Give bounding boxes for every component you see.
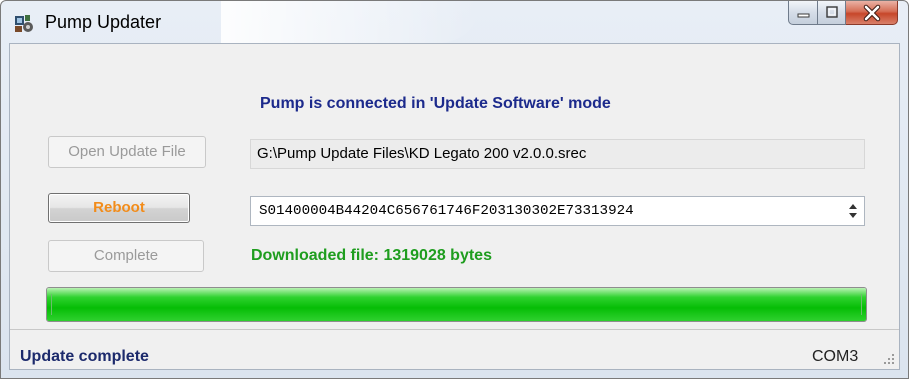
- srec-line-value: S01400004B44204C656761746F203130302E7331…: [259, 203, 634, 219]
- progress-bar: [46, 287, 867, 322]
- open-update-file-button[interactable]: Open Update File: [48, 136, 206, 168]
- statusbar-port: COM3: [812, 348, 859, 365]
- minimize-icon: [797, 13, 810, 18]
- caption-buttons: [788, 1, 898, 27]
- download-status-label: Downloaded file: 1319028 bytes: [251, 247, 492, 264]
- title-glass-highlight: [221, 1, 481, 43]
- resize-grip-icon[interactable]: [881, 351, 895, 365]
- maximize-icon: [826, 6, 838, 18]
- app-window: Pump Updater Pump is connected in 'Updat…: [0, 0, 909, 379]
- minimize-button[interactable]: [788, 1, 818, 25]
- progress-bar-fill: [47, 288, 866, 321]
- reboot-button[interactable]: Reboot: [48, 193, 190, 223]
- close-button[interactable]: [846, 1, 898, 25]
- client-area: Pump is connected in 'Update Software' m…: [9, 43, 900, 370]
- connection-status-label: Pump is connected in 'Update Software' m…: [260, 95, 611, 112]
- pump-updater-app-icon: [15, 15, 33, 32]
- statusbar-message: Update complete: [20, 348, 149, 365]
- progress-left-notch: [51, 294, 52, 315]
- file-path-field[interactable]: G:\Pump Update Files\KD Legato 200 v2.0.…: [250, 139, 865, 169]
- progress-right-notch: [861, 294, 862, 315]
- srec-line-stepper[interactable]: S01400004B44204C656761746F203130302E7331…: [250, 196, 865, 226]
- complete-button[interactable]: Complete: [48, 240, 204, 272]
- close-icon: [863, 4, 881, 22]
- maximize-button[interactable]: [818, 1, 846, 25]
- window-title: Pump Updater: [45, 12, 162, 32]
- title-bar[interactable]: Pump Updater: [1, 1, 908, 43]
- statusbar-divider: [10, 329, 899, 330]
- spin-updown-icon[interactable]: [846, 200, 860, 222]
